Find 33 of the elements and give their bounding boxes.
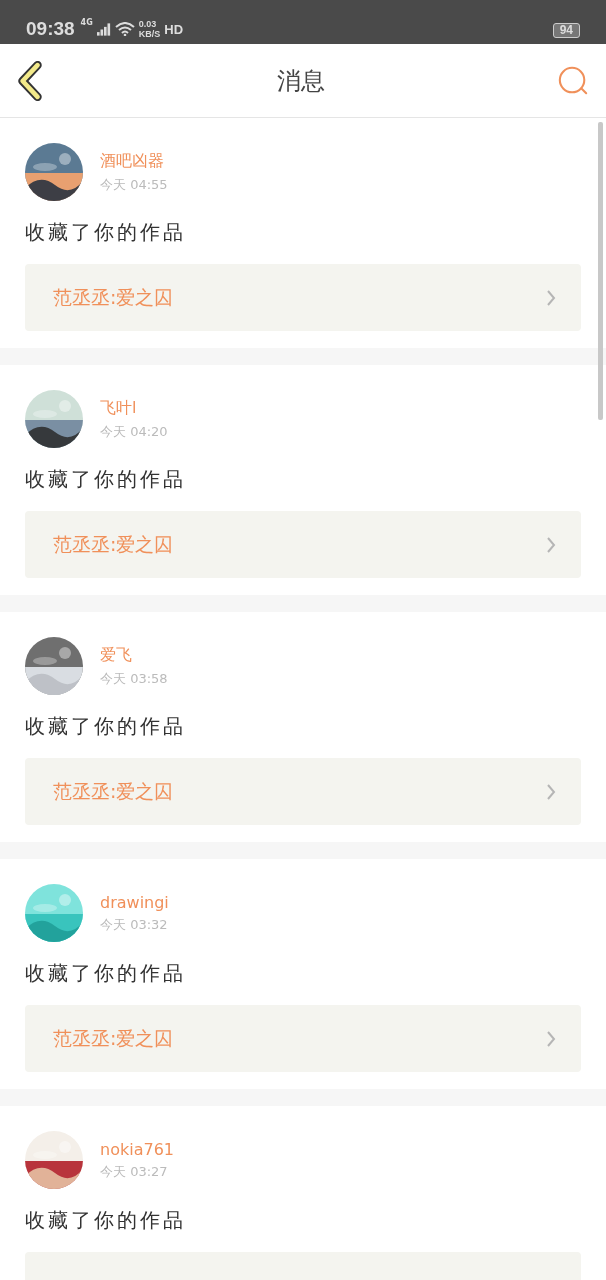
- work-link[interactable]: 范丞丞:爱之囚: [25, 1005, 581, 1072]
- page-title: 消息: [277, 65, 325, 97]
- user-name[interactable]: 飞叶l: [100, 397, 168, 419]
- message-text: 收藏了你的作品: [25, 467, 187, 492]
- user-name[interactable]: nokia761: [100, 1139, 174, 1159]
- work-link[interactable]: 范丞丞:爱之囚: [25, 511, 581, 578]
- clock-text: 09:38: [26, 18, 75, 40]
- speed-unit-text: KB/S: [138, 29, 161, 39]
- message-text: 收藏了你的作品: [25, 1208, 187, 1233]
- back-icon[interactable]: [17, 60, 45, 101]
- work-link[interactable]: 范丞丞:爱之囚: [25, 264, 581, 331]
- message-time: 今天 03:27: [100, 1162, 169, 1181]
- user-name[interactable]: drawingi: [100, 892, 169, 912]
- user-name[interactable]: 酒吧凶器: [100, 150, 168, 172]
- message-text: 收藏了你的作品: [25, 220, 187, 245]
- signal-icon: [96, 22, 111, 36]
- wifi-icon: [114, 22, 135, 36]
- chevron-icon: [546, 535, 556, 554]
- network-text: 4G: [80, 18, 93, 27]
- chevron-icon: [546, 288, 556, 307]
- message-time: 今天 03:58: [100, 669, 168, 688]
- chevron-icon: [546, 782, 556, 801]
- battery-indicator: 94: [552, 23, 580, 38]
- message-time: 今天 03:32: [100, 915, 169, 934]
- message-time: 今天 04:55: [100, 175, 168, 194]
- user-name[interactable]: 爱飞: [100, 644, 168, 666]
- speed-text: 0.03: [138, 19, 158, 29]
- chevron-icon: [546, 1029, 556, 1048]
- hd-text: HD: [164, 21, 184, 37]
- work-link[interactable]: 范丞丞:爱之囚: [25, 758, 581, 825]
- message-time: 今天 04:20: [100, 422, 168, 441]
- message-text: 收藏了你的作品: [25, 961, 187, 986]
- message-text: 收藏了你的作品: [25, 714, 187, 739]
